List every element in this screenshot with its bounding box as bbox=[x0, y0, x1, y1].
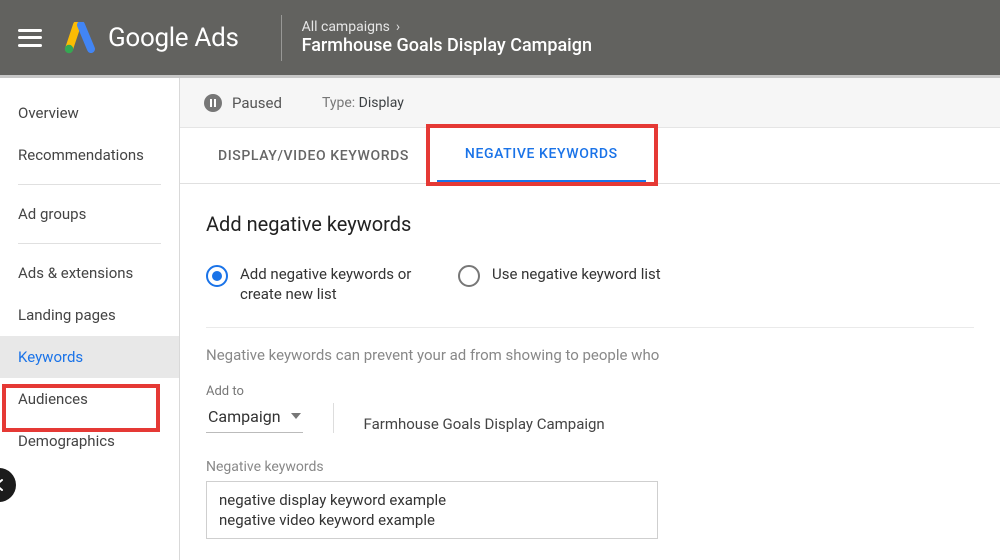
radio-use-list[interactable]: Use negative keyword list bbox=[458, 264, 661, 287]
add-to-select[interactable]: Campaign bbox=[206, 405, 303, 433]
sidebar-item-demographics[interactable]: Demographics bbox=[0, 420, 179, 462]
breadcrumb: All campaigns › Farmhouse Goals Display … bbox=[302, 19, 592, 56]
radio-icon bbox=[206, 265, 228, 287]
product-name: Google Ads bbox=[108, 23, 239, 53]
divider bbox=[281, 15, 282, 61]
type-value: Display bbox=[359, 95, 404, 111]
sidebar-item-overview[interactable]: Overview bbox=[0, 92, 179, 134]
radio-icon bbox=[458, 265, 480, 287]
sidebar-item-landing-pages[interactable]: Landing pages bbox=[0, 294, 179, 336]
sidebar-item-audiences[interactable]: Audiences bbox=[0, 378, 179, 420]
campaign-name: Farmhouse Goals Display Campaign bbox=[364, 415, 605, 433]
content-panel: Add negative keywords Add negative keywo… bbox=[180, 184, 1000, 539]
section-title: Add negative keywords bbox=[206, 212, 974, 236]
app-header: Google Ads All campaigns › Farmhouse Goa… bbox=[0, 0, 1000, 78]
breadcrumb-parent[interactable]: All campaigns bbox=[302, 19, 390, 35]
sidebar-item-ad-groups[interactable]: Ad groups bbox=[0, 193, 179, 235]
status-bar: Paused Type: Display bbox=[180, 78, 1000, 128]
google-ads-logo-icon bbox=[64, 22, 96, 54]
description-text: Negative keywords can prevent your ad fr… bbox=[206, 346, 974, 364]
divider bbox=[333, 403, 334, 433]
menu-icon[interactable] bbox=[18, 29, 42, 47]
radio-add-new[interactable]: Add negative keywords or create new list bbox=[206, 264, 440, 305]
breadcrumb-title: Farmhouse Goals Display Campaign bbox=[302, 35, 592, 56]
main: Paused Type: Display Display/Video Keywo… bbox=[180, 78, 1000, 560]
chevron-right-icon: › bbox=[396, 19, 400, 35]
add-to-row: Add to Campaign Farmhouse Goals Display … bbox=[206, 384, 974, 433]
collapse-sidebar-button[interactable] bbox=[0, 468, 16, 502]
type-label: Type: bbox=[322, 95, 355, 111]
tab-display-video-keywords[interactable]: Display/Video Keywords bbox=[190, 128, 437, 183]
pause-icon bbox=[204, 94, 222, 112]
sidebar: Overview Recommendations Ad groups Ads &… bbox=[0, 78, 180, 560]
negative-keywords-label: Negative keywords bbox=[206, 459, 974, 475]
radio-label: Use negative keyword list bbox=[492, 264, 661, 284]
caret-down-icon bbox=[291, 413, 301, 419]
divider bbox=[18, 184, 161, 185]
sidebar-item-keywords[interactable]: Keywords bbox=[0, 336, 179, 378]
campaign-status: Paused bbox=[204, 94, 282, 112]
sidebar-item-recommendations[interactable]: Recommendations bbox=[0, 134, 179, 176]
select-value: Campaign bbox=[208, 407, 281, 426]
radio-group: Add negative keywords or create new list… bbox=[206, 264, 974, 328]
radio-label: Add negative keywords or create new list bbox=[240, 264, 440, 305]
product-logo[interactable]: Google Ads bbox=[64, 22, 239, 54]
negative-keywords-textarea[interactable]: negative display keyword example negativ… bbox=[206, 481, 658, 540]
sidebar-item-ads-extensions[interactable]: Ads & extensions bbox=[0, 252, 179, 294]
campaign-type: Type: Display bbox=[322, 95, 404, 111]
add-to-label: Add to bbox=[206, 384, 303, 399]
tab-negative-keywords[interactable]: Negative Keywords bbox=[437, 128, 646, 183]
divider bbox=[18, 243, 161, 244]
status-text: Paused bbox=[232, 94, 282, 112]
tabs: Display/Video Keywords Negative Keywords bbox=[180, 128, 1000, 184]
